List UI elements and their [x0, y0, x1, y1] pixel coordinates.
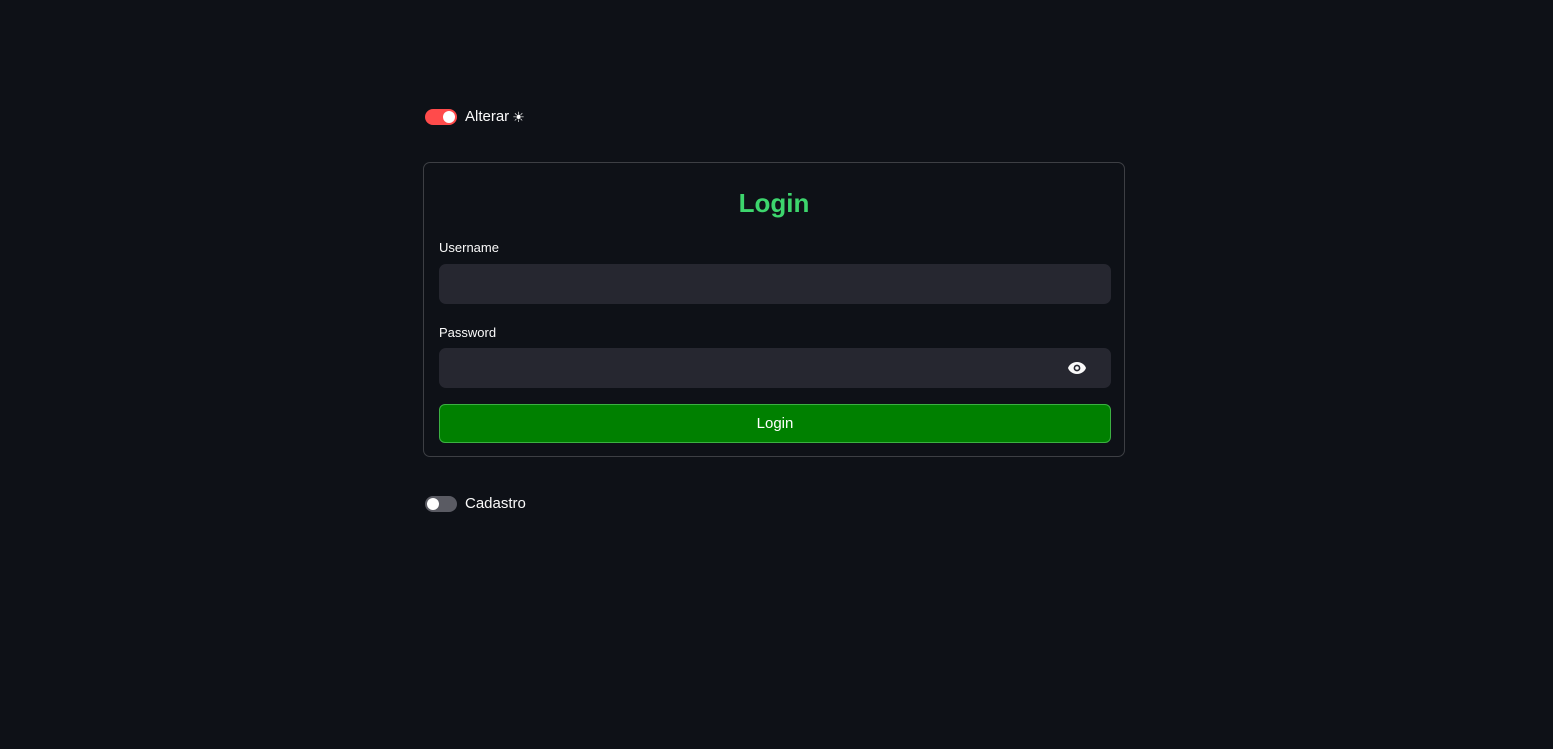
- theme-toggle-label: Alterar: [465, 108, 510, 125]
- password-label: Password: [439, 325, 497, 340]
- password-input[interactable]: [439, 348, 1111, 388]
- username-label: Username: [439, 240, 499, 255]
- sun-icon: ☀: [512, 109, 525, 125]
- eye-icon: [1068, 362, 1086, 374]
- signup-toggle[interactable]: Cadastro: [425, 495, 526, 513]
- theme-switch[interactable]: [425, 109, 457, 125]
- signup-switch[interactable]: [425, 496, 457, 512]
- username-input[interactable]: [439, 264, 1111, 304]
- signup-toggle-label: Cadastro: [465, 495, 526, 512]
- show-password-button[interactable]: [1064, 355, 1090, 381]
- theme-toggle-label-group: Alterar ☀: [465, 108, 525, 126]
- switch-knob: [427, 498, 439, 510]
- theme-toggle[interactable]: Alterar ☀: [425, 108, 525, 126]
- switch-knob: [443, 111, 455, 123]
- login-form: Login Username Password Login: [423, 162, 1125, 457]
- login-submit-button[interactable]: Login: [439, 404, 1111, 443]
- app-page: Alterar ☀ Login Username Password Login …: [0, 0, 1553, 749]
- login-title: Login: [738, 188, 810, 218]
